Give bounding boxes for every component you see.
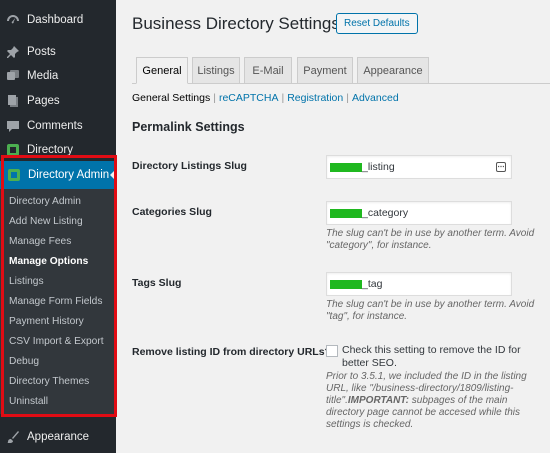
submenu-uninstall[interactable]: Uninstall <box>9 394 48 410</box>
sidebar-item-label: Directory Admin <box>28 169 110 181</box>
main-content: Business Directory Settings Reset Defaul… <box>116 0 550 453</box>
remove-id-description: Prior to 3.5.1, we included the ID in th… <box>326 371 527 430</box>
dashboard-icon <box>6 13 20 27</box>
sidebar-item-label: Directory <box>27 144 74 156</box>
settings-subnav: General Settings | reCAPTCHA | Registration |… <box>132 92 399 104</box>
tags-slug-value: _tag <box>362 278 383 290</box>
submenu-manage-fees[interactable]: Manage Fees <box>9 234 71 250</box>
listings-slug-input[interactable]: _listing ⋯ <box>326 155 512 179</box>
categories-slug-input[interactable]: _category <box>326 201 512 225</box>
sidebar-item-comments[interactable]: Comments <box>0 114 116 138</box>
categories-slug-description: The slug can't be in use by another term… <box>326 228 535 251</box>
reset-defaults-button[interactable]: Reset Defaults <box>336 13 418 34</box>
admin-sidebar: Dashboard Posts Media Pages Comments Dir… <box>0 0 116 453</box>
sidebar-item-directory-admin[interactable]: Directory Admin <box>0 161 116 189</box>
sidebar-item-directory[interactable]: Directory <box>0 138 116 162</box>
submenu-manage-options[interactable]: Manage Options <box>9 254 88 270</box>
submenu-directory-admin[interactable]: Directory Admin <box>9 194 81 210</box>
pushpin-icon <box>6 45 20 59</box>
tab-general[interactable]: General <box>136 57 188 84</box>
sidebar-item-appearance[interactable]: Appearance <box>0 425 116 449</box>
sidebar-item-label: Comments <box>27 120 83 132</box>
tab-payment[interactable]: Payment <box>297 57 353 84</box>
pages-icon <box>6 94 20 108</box>
tags-slug-label: Tags Slug <box>132 277 182 289</box>
page-title: Business Directory Settings <box>132 14 340 33</box>
sidebar-item-label: Dashboard <box>27 14 84 26</box>
subnav-registration-link[interactable]: Registration <box>287 92 343 104</box>
redaction-mark <box>330 208 362 218</box>
sidebar-item-posts[interactable]: Posts <box>0 40 116 64</box>
password-manager-icon[interactable]: ⋯ <box>496 162 506 172</box>
directory-admin-menu: Directory Admin Directory Admin Add New … <box>0 161 116 414</box>
comments-icon <box>6 119 20 133</box>
categories-slug-label: Categories Slug <box>132 206 212 218</box>
section-title: Permalink Settings <box>132 120 245 134</box>
remove-id-checkbox-text: Check this setting to remove the ID for … <box>342 344 521 369</box>
redaction-mark <box>330 279 362 289</box>
submenu-payment-history[interactable]: Payment History <box>9 314 84 330</box>
sidebar-item-label: Appearance <box>27 431 90 443</box>
settings-tabs: General Listings E-Mail Payment Appearan… <box>132 57 550 84</box>
media-icon <box>6 69 20 83</box>
submenu-csv-import-export[interactable]: CSV Import & Export <box>9 334 104 350</box>
directory-admin-icon <box>7 168 21 182</box>
tab-listings[interactable]: Listings <box>192 57 240 84</box>
directory-icon <box>6 143 20 157</box>
tab-appearance[interactable]: Appearance <box>357 57 429 84</box>
remove-id-checkbox[interactable] <box>326 345 338 357</box>
categories-slug-value: _category <box>362 207 409 219</box>
submenu-debug[interactable]: Debug <box>9 354 39 370</box>
subnav-recaptcha-link[interactable]: reCAPTCHA <box>219 92 279 104</box>
sidebar-item-label: Media <box>27 70 59 82</box>
listings-slug-value: _listing <box>362 161 395 173</box>
subnav-current: General Settings <box>132 92 211 104</box>
tags-slug-input[interactable]: _tag <box>326 272 512 296</box>
sidebar-item-label: Posts <box>27 46 56 58</box>
listings-slug-label: Directory Listings Slug <box>132 160 247 172</box>
paintbrush-icon <box>6 430 20 444</box>
submenu-add-new-listing[interactable]: Add New Listing <box>9 214 83 230</box>
submenu-manage-form-fields[interactable]: Manage Form Fields <box>9 294 102 310</box>
submenu-directory-themes[interactable]: Directory Themes <box>9 374 89 390</box>
tab-email[interactable]: E-Mail <box>244 57 292 84</box>
tags-slug-description: The slug can't be in use by another term… <box>326 299 535 322</box>
sidebar-item-label: Pages <box>27 95 60 107</box>
remove-id-label: Remove listing ID from directory URLs? <box>132 346 331 358</box>
sidebar-item-pages[interactable]: Pages <box>0 89 116 113</box>
sidebar-item-dashboard[interactable]: Dashboard <box>0 8 116 32</box>
subnav-advanced-link[interactable]: Advanced <box>352 92 399 104</box>
sidebar-item-media[interactable]: Media <box>0 64 116 88</box>
redaction-mark <box>330 162 362 172</box>
submenu-listings[interactable]: Listings <box>9 274 44 290</box>
